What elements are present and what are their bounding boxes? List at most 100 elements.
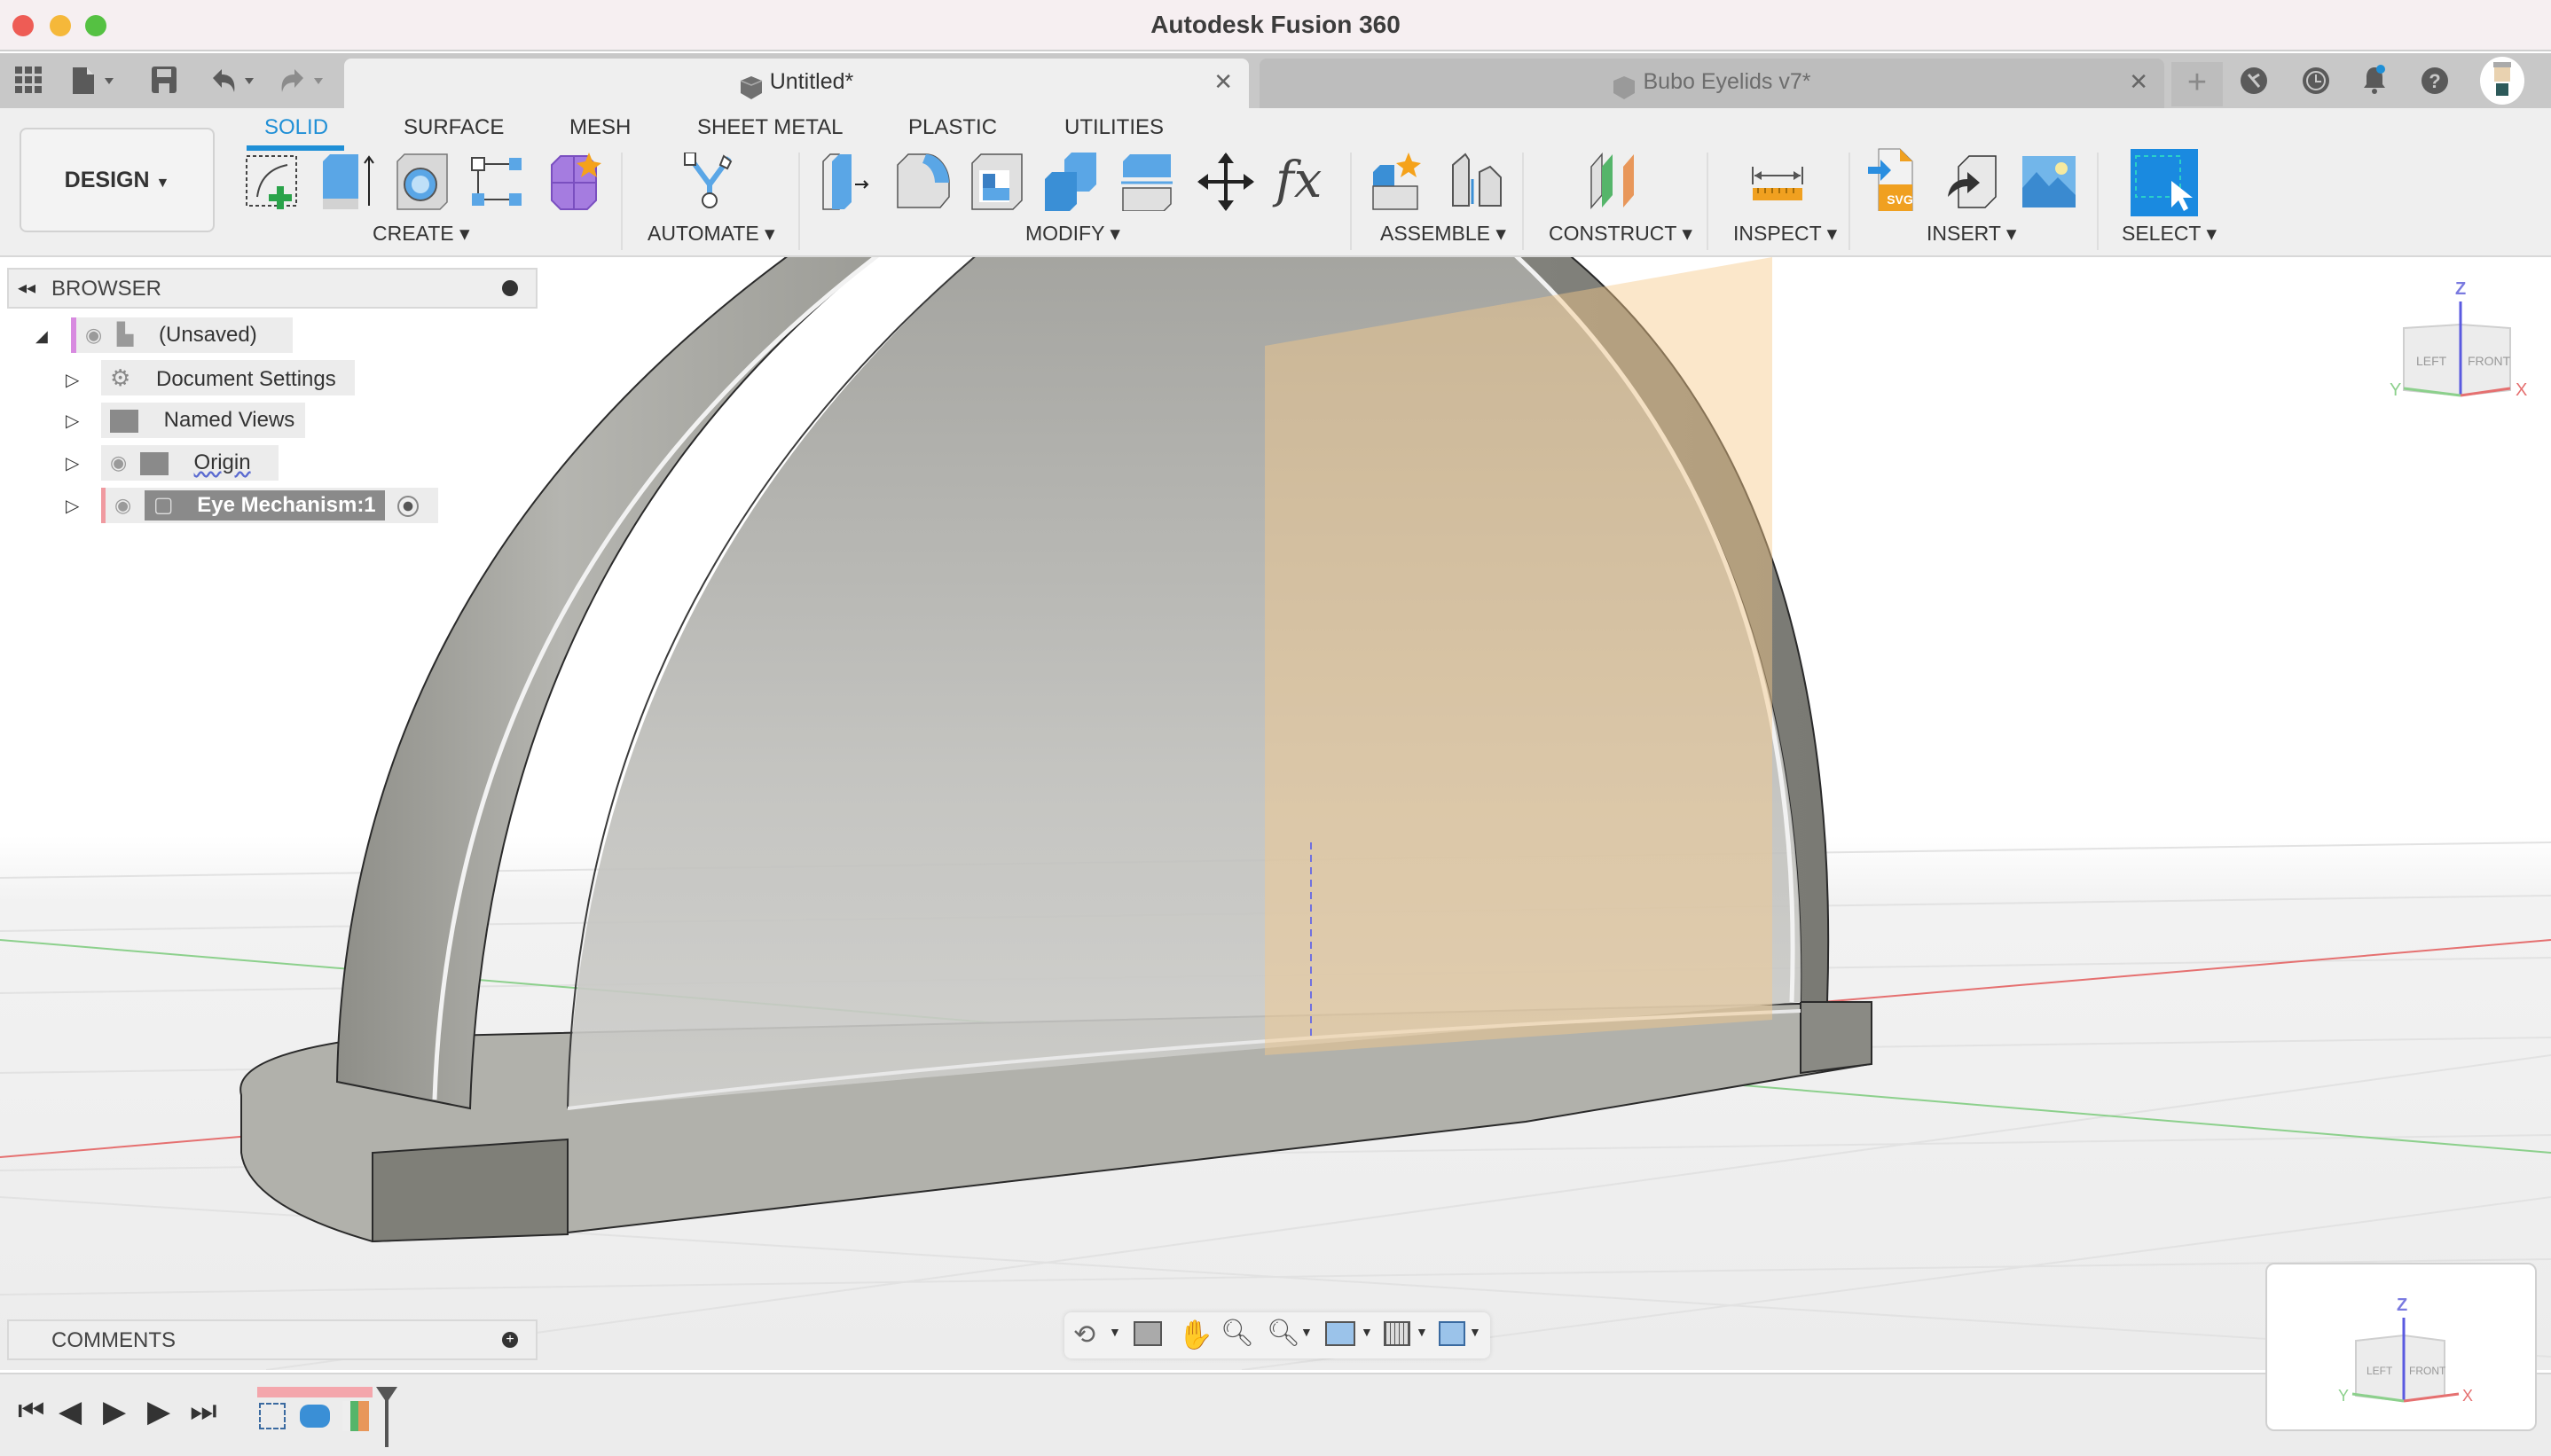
ribbon-tab-surface[interactable]: SURFACE xyxy=(404,115,504,140)
browser-item-origin[interactable]: ▷ ◉ Origin xyxy=(66,445,279,481)
step-forward-icon[interactable]: ▶ xyxy=(147,1394,170,1429)
apps-grid-icon[interactable] xyxy=(14,66,43,96)
activate-radio-icon[interactable] xyxy=(397,495,420,517)
file-menu-button[interactable] xyxy=(71,66,124,96)
joint-icon[interactable] xyxy=(1448,153,1503,211)
timeline-marker-line[interactable] xyxy=(385,1392,389,1447)
viewports-icon[interactable] xyxy=(1439,1321,1465,1346)
chevron-down-icon[interactable]: ▼ xyxy=(1416,1325,1428,1339)
extensions-icon[interactable] xyxy=(2239,66,2269,100)
chevron-down-icon: ▼ xyxy=(155,176,170,191)
measure-icon[interactable] xyxy=(1749,153,1804,211)
orbit-icon[interactable]: ⟲ xyxy=(1073,1319,1095,1350)
save-icon[interactable] xyxy=(151,66,177,96)
step-back-icon[interactable]: ◀ xyxy=(59,1394,82,1429)
minimap-x-label: X xyxy=(2462,1387,2473,1405)
viewcube-front-face[interactable]: FRONT xyxy=(2468,354,2511,368)
chevron-down-icon[interactable]: ▼ xyxy=(1361,1325,1373,1339)
move-copy-icon[interactable] xyxy=(1197,153,1254,211)
expand-triangle-icon[interactable]: ◢ xyxy=(35,318,71,354)
split-body-icon[interactable] xyxy=(1119,153,1174,212)
tab-untitled[interactable]: Untitled* ✕ xyxy=(344,59,1249,108)
ribbon-tab-solid[interactable]: SOLID xyxy=(264,115,328,140)
shell-icon[interactable] xyxy=(969,153,1024,211)
group-automate[interactable]: AUTOMATE ▾ xyxy=(648,222,775,246)
close-tab-icon[interactable]: ✕ xyxy=(2129,59,2148,105)
timeline-selection-bar xyxy=(257,1387,373,1397)
extrude-icon[interactable] xyxy=(319,153,374,211)
browser-item-document-settings[interactable]: ▷ ⚙ Document Settings xyxy=(66,360,355,395)
secondary-viewcube-preview[interactable]: Z LEFT FRONT X Y xyxy=(2265,1263,2537,1431)
timeline-offset-plane-feature[interactable] xyxy=(342,1401,369,1431)
user-avatar[interactable] xyxy=(2480,57,2524,105)
group-select[interactable]: SELECT ▾ xyxy=(2122,222,2217,246)
insert-svg-icon[interactable]: SVG xyxy=(1868,147,1923,212)
insert-canvas-icon[interactable] xyxy=(2021,153,2076,211)
group-construct[interactable]: CONSTRUCT ▾ xyxy=(1549,222,1692,246)
visibility-eye-icon[interactable]: ◉ xyxy=(114,494,131,516)
automate-icon[interactable] xyxy=(681,152,736,211)
new-component-icon[interactable] xyxy=(1371,153,1426,211)
ribbon-tab-mesh[interactable]: MESH xyxy=(569,115,631,140)
tab-bubo-eyelids[interactable]: Bubo Eyelids v7* ✕ xyxy=(1260,59,2164,108)
help-icon[interactable]: ? xyxy=(2420,66,2450,100)
ribbon-tab-utilities[interactable]: UTILITIES xyxy=(1064,115,1164,140)
visibility-eye-icon[interactable]: ◉ xyxy=(110,451,127,474)
zoom-icon[interactable]: 🔍︎ xyxy=(1221,1318,1254,1349)
pattern-icon[interactable] xyxy=(470,153,525,211)
close-tab-icon[interactable]: ✕ xyxy=(1213,59,1233,105)
timeline-sketch-feature[interactable] xyxy=(259,1403,286,1429)
add-comment-icon[interactable]: + xyxy=(502,1332,518,1348)
group-label: MODIFY xyxy=(1025,222,1105,245)
grid-snap-icon[interactable] xyxy=(1384,1321,1410,1346)
collapse-panel-icon[interactable]: ◂◂ xyxy=(18,277,35,299)
browser-item-eye-mechanism[interactable]: ▷ ◉ ▢ Eye Mechanism:1 xyxy=(66,488,438,523)
look-at-icon[interactable] xyxy=(1134,1321,1162,1346)
expand-triangle-icon[interactable]: ▷ xyxy=(66,403,101,439)
parameters-fx-icon[interactable]: fx xyxy=(1276,153,1330,211)
chevron-down-icon[interactable]: ▼ xyxy=(1469,1325,1481,1339)
fillet-icon[interactable] xyxy=(894,153,950,211)
go-to-start-icon[interactable]: ⏮ xyxy=(18,1394,45,1429)
3d-viewport[interactable] xyxy=(0,257,2551,1370)
pan-icon[interactable]: ✋ xyxy=(1178,1318,1213,1351)
browser-item-named-views[interactable]: ▷ Named Views xyxy=(66,403,305,438)
viewcube-left-face[interactable]: LEFT xyxy=(2416,354,2447,368)
display-settings-icon[interactable] xyxy=(1325,1321,1355,1346)
group-inspect[interactable]: INSPECT ▾ xyxy=(1733,222,1837,246)
fit-icon[interactable]: 🔍︎ xyxy=(1267,1318,1300,1349)
ribbon-tab-sheet-metal[interactable]: SHEET METAL xyxy=(697,115,843,140)
play-icon[interactable]: ▶ xyxy=(103,1394,126,1429)
group-create[interactable]: CREATE ▾ xyxy=(373,222,470,246)
viewcube[interactable]: Z LEFT FRONT X Y xyxy=(2386,275,2537,421)
combine-icon[interactable] xyxy=(1043,153,1098,211)
navigation-toolbar: ⟲ ▼ ✋ 🔍︎ 🔍︎ ▼ ▼ ▼ ▼ xyxy=(1064,1312,1490,1358)
expand-triangle-icon[interactable]: ▷ xyxy=(66,446,101,481)
press-pull-icon[interactable] xyxy=(820,153,875,211)
redo-icon[interactable] xyxy=(279,66,332,96)
select-tool-button[interactable] xyxy=(2131,149,2198,216)
ribbon-tab-plastic[interactable]: PLASTIC xyxy=(908,115,997,140)
create-sketch-icon[interactable] xyxy=(243,153,298,211)
expand-triangle-icon[interactable]: ▷ xyxy=(66,363,101,398)
job-status-icon[interactable] xyxy=(2301,66,2331,100)
group-modify[interactable]: MODIFY ▾ xyxy=(1025,222,1120,246)
visibility-eye-icon[interactable]: ◉ xyxy=(85,324,102,346)
group-assemble[interactable]: ASSEMBLE ▾ xyxy=(1380,222,1506,246)
insert-derive-icon[interactable] xyxy=(1946,153,2001,211)
minimize-panel-icon[interactable] xyxy=(502,280,518,296)
form-icon[interactable] xyxy=(545,153,601,211)
workspace-switcher[interactable]: DESIGN ▼ xyxy=(20,128,215,232)
undo-icon[interactable] xyxy=(209,66,263,96)
timeline-revolve-feature[interactable] xyxy=(300,1405,330,1428)
offset-plane-icon[interactable] xyxy=(1588,152,1643,211)
go-to-end-icon[interactable]: ⏭ xyxy=(190,1394,217,1429)
notifications-icon[interactable] xyxy=(2361,64,2388,102)
group-insert[interactable]: INSERT ▾ xyxy=(1927,222,2016,246)
chevron-down-icon[interactable]: ▼ xyxy=(1300,1325,1313,1339)
expand-triangle-icon[interactable]: ▷ xyxy=(66,489,101,524)
new-tab-plus-icon[interactable]: + xyxy=(2171,62,2223,106)
browser-root-row[interactable]: ◢ ◉ ▙ (Unsaved) xyxy=(35,317,293,353)
chevron-down-icon[interactable]: ▼ xyxy=(1109,1325,1121,1339)
revolve-icon[interactable] xyxy=(394,153,449,211)
